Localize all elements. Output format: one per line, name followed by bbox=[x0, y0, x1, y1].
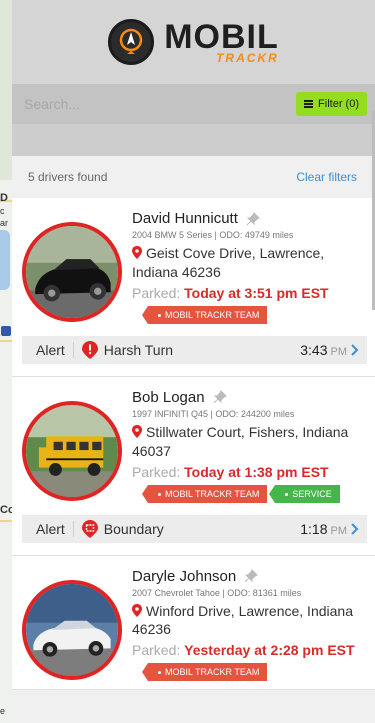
list-icon bbox=[304, 100, 314, 108]
driver-name[interactable]: Daryle Johnson bbox=[132, 568, 236, 585]
search-bar: Filter (0) bbox=[12, 84, 375, 124]
driver-name[interactable]: Bob Logan bbox=[132, 389, 205, 406]
chevron-right-icon[interactable] bbox=[351, 522, 359, 535]
driver-address: Stillwater Court, Fishers, Indiana 46037 bbox=[132, 423, 367, 461]
vehicle-info: 1997 INFINITI Q45 | ODO: 244200 miles bbox=[132, 408, 295, 419]
team-tag[interactable]: MOBIL TRACKR TEAM bbox=[141, 663, 268, 682]
alert-type: Harsh Turn bbox=[103, 341, 174, 358]
parked-time: Today at 1:38 pm EST bbox=[184, 463, 329, 480]
map-background[interactable]: D c ar Co e bbox=[0, 0, 12, 723]
vehicle-photo bbox=[22, 400, 122, 501]
filter-button[interactable]: Filter (0) bbox=[296, 92, 367, 116]
pushpin-icon[interactable] bbox=[244, 569, 259, 583]
tag-label: MOBIL TRACKR TEAM bbox=[165, 488, 260, 499]
map-label: c bbox=[0, 206, 5, 216]
search-input[interactable] bbox=[24, 96, 297, 112]
vehicle-info: 2007 Chevrolet Tahoe | ODO: 81361 miles bbox=[132, 587, 302, 598]
driver-card[interactable]: Daryle Johnson 2007 Chevrolet Tahoe | OD… bbox=[12, 555, 375, 691]
highway-shield-icon bbox=[1, 326, 11, 336]
driver-name[interactable]: David Hunnicutt bbox=[132, 210, 238, 227]
spacer-band bbox=[12, 124, 375, 156]
alert-label: Alert bbox=[36, 520, 74, 537]
parked-time: Yesterday at 2:28 pm EST bbox=[184, 642, 355, 659]
map-label: D bbox=[0, 192, 8, 204]
driver-card[interactable]: Bob Logan 1997 INFINITI Q45 | ODO: 24420… bbox=[12, 376, 375, 556]
vehicle-photo bbox=[22, 579, 122, 680]
app-header: MOBIL TRACKR bbox=[12, 0, 375, 84]
pushpin-icon[interactable] bbox=[246, 211, 260, 226]
address-text: Winford Drive, Lawrence, Indiana 46236 bbox=[132, 602, 353, 638]
clear-filters-link[interactable]: Clear filters bbox=[296, 170, 357, 184]
address-text: Stillwater Court, Fishers, Indiana 46037 bbox=[132, 423, 349, 459]
results-summary: 5 drivers found Clear filters bbox=[12, 156, 375, 198]
alert-row[interactable]: Alert Harsh Turn 3:43 PM bbox=[22, 335, 367, 364]
alert-type: Boundary bbox=[103, 520, 164, 537]
map-label: e bbox=[0, 706, 6, 716]
logo-sub-text: TRACKR bbox=[216, 51, 279, 65]
team-tag[interactable]: MOBIL TRACKR TEAM bbox=[141, 305, 268, 324]
parked-label: Parked: bbox=[132, 642, 181, 659]
address-text: Geist Cove Drive, Lawrence, Indiana 4623… bbox=[132, 245, 325, 280]
parked-status: Parked: Yesterday at 2:28 pm EST bbox=[132, 642, 367, 658]
location-marker-icon bbox=[132, 246, 142, 259]
filter-button-label: Filter (0) bbox=[318, 98, 359, 110]
alert-time: 3:43 PM bbox=[300, 341, 347, 358]
driver-address: Winford Drive, Lawrence, Indiana 46236 bbox=[132, 602, 367, 640]
parked-status: Parked: Today at 3:51 pm EST bbox=[132, 285, 367, 301]
logo-main-text: MOBIL bbox=[164, 18, 279, 56]
team-tag[interactable]: MOBIL TRACKR TEAM bbox=[141, 484, 268, 503]
parked-label: Parked: bbox=[132, 284, 181, 301]
tag-label: MOBIL TRACKR TEAM bbox=[165, 309, 260, 320]
parked-label: Parked: bbox=[132, 463, 181, 480]
logo: MOBIL TRACKR bbox=[164, 20, 279, 64]
drivers-panel: MOBIL TRACKR Filter (0) 5 drivers found … bbox=[12, 0, 375, 723]
parked-time: Today at 3:51 pm EST bbox=[184, 284, 329, 301]
service-tag[interactable]: SERVICE bbox=[269, 484, 340, 503]
pushpin-icon[interactable] bbox=[213, 390, 227, 404]
location-marker-icon bbox=[132, 424, 142, 438]
boundary-icon bbox=[81, 519, 98, 538]
tag-label: MOBIL TRACKR TEAM bbox=[165, 667, 260, 678]
driver-address: Geist Cove Drive, Lawrence, Indiana 4623… bbox=[132, 244, 367, 282]
map-label: Co bbox=[0, 504, 12, 516]
results-count: 5 drivers found bbox=[28, 170, 108, 184]
alert-row[interactable]: Alert Boundary 1:18 PM bbox=[22, 514, 367, 543]
tag-label: SERVICE bbox=[292, 488, 332, 499]
location-marker-icon bbox=[132, 603, 142, 617]
alert-time: 1:18 PM bbox=[300, 520, 347, 537]
vehicle-photo bbox=[22, 222, 122, 322]
logo-pin-icon bbox=[108, 19, 155, 65]
vehicle-info: 2004 BMW 5 Series | ODO: 49749 miles bbox=[132, 230, 294, 240]
alert-label: Alert bbox=[36, 341, 74, 358]
harsh-turn-icon bbox=[81, 340, 98, 359]
driver-card[interactable]: David Hunnicutt 2004 BMW 5 Series | ODO:… bbox=[12, 198, 375, 377]
parked-status: Parked: Today at 1:38 pm EST bbox=[132, 464, 367, 480]
map-label: ar bbox=[0, 218, 9, 228]
chevron-right-icon[interactable] bbox=[351, 344, 359, 356]
